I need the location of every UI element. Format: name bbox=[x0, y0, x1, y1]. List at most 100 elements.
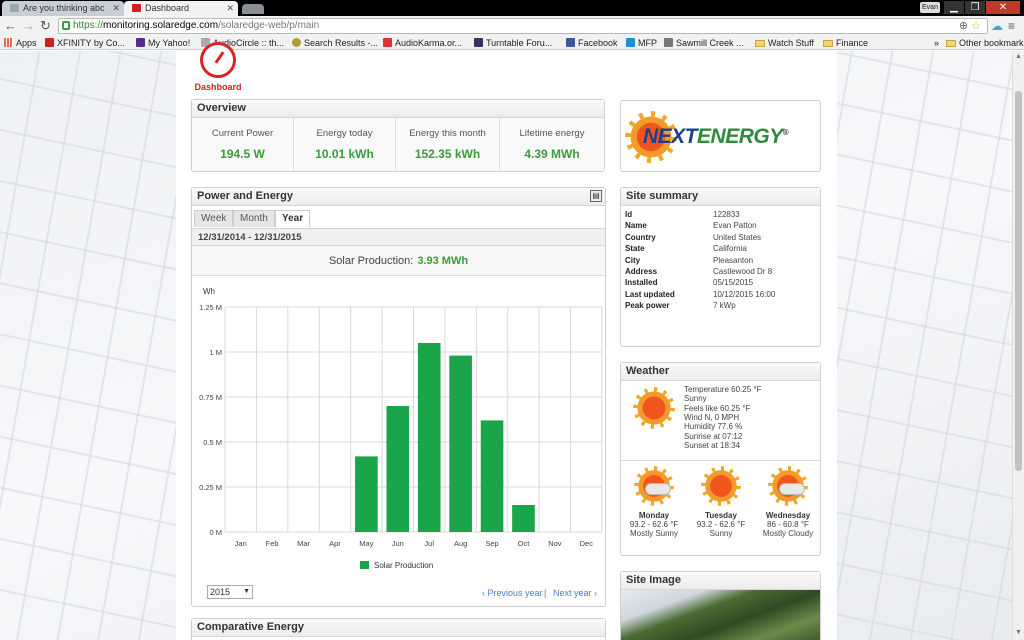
bookmarks-overflow-chevron[interactable]: » bbox=[934, 36, 939, 50]
profile-user-chip[interactable]: Evan bbox=[920, 2, 940, 13]
solar-production-summary: Solar Production: 3.93 MWh bbox=[192, 246, 605, 276]
url-path: /solaredge-web/p/main bbox=[218, 20, 320, 31]
energy-bar-chart: Wh 0 M 0.25 M 0.5 M 0.75 M 1 M 1.25 M Jan Feb Mar… bbox=[199, 287, 603, 570]
legend-label: Solar Production bbox=[374, 561, 433, 570]
close-window-icon[interactable]: ✕ bbox=[986, 1, 1020, 14]
legend-swatch bbox=[360, 561, 369, 569]
year-select[interactable]: 2015 ▼ bbox=[207, 585, 253, 599]
bookmark-mfp[interactable]: MFP bbox=[626, 36, 657, 50]
forward-arrow-icon[interactable]: → bbox=[22, 19, 35, 33]
x-tick-label: Apr bbox=[329, 539, 341, 548]
x-tick-label: Sep bbox=[485, 539, 498, 548]
scrollbar-thumb[interactable] bbox=[1015, 91, 1022, 471]
summary-row: Address Castlewood Dr 8 bbox=[625, 267, 773, 276]
bookmark-yahoo[interactable]: My Yahoo! bbox=[136, 36, 190, 50]
weather-divider bbox=[621, 460, 820, 461]
summary-row: Id 122833 bbox=[625, 210, 740, 219]
folder-icon bbox=[823, 40, 833, 47]
y-tick-label: 0.75 M bbox=[199, 393, 222, 402]
xfinity-icon bbox=[45, 38, 54, 47]
metric-label: Current Power bbox=[211, 128, 274, 139]
restore-icon[interactable]: ❐ bbox=[965, 1, 985, 14]
bookmark-xfinity[interactable]: XFINITY by Co... bbox=[45, 36, 125, 50]
metric-value: 194.5 W bbox=[220, 147, 265, 161]
forecast-day-name: Monday bbox=[638, 511, 670, 520]
forecast-day-name: Wednesday bbox=[765, 511, 811, 520]
sawmill-icon bbox=[664, 38, 673, 47]
bookmark-search-results[interactable]: Search Results -... bbox=[292, 36, 378, 50]
reload-icon[interactable]: ↻ bbox=[40, 19, 51, 33]
site-summary-panel: Site summary Id 122833 Name Evan Patton Co… bbox=[620, 187, 821, 347]
x-tick-label: Nov bbox=[548, 539, 562, 548]
new-tab-button[interactable] bbox=[242, 4, 264, 14]
site-image-title: Site Image bbox=[621, 572, 820, 590]
scroll-down-arrow-icon[interactable]: ▼ bbox=[1015, 629, 1022, 636]
x-tick-label: Jul bbox=[424, 539, 434, 548]
bookmark-audiokarma[interactable]: AudioKarma.or... bbox=[383, 36, 462, 50]
summary-row: Country United States bbox=[625, 232, 762, 242]
bar-jul bbox=[417, 343, 441, 532]
tab-close-icon[interactable]: ✕ bbox=[112, 1, 120, 15]
zoom-icon[interactable]: ⊕ bbox=[959, 20, 968, 32]
tab-close-icon[interactable]: ✕ bbox=[226, 1, 234, 15]
scroll-up-arrow-icon[interactable]: ▲ bbox=[1015, 53, 1022, 60]
previous-year-link[interactable]: ‹ Previous year bbox=[482, 588, 543, 598]
menu-icon[interactable]: ≡ bbox=[1008, 19, 1015, 33]
bookmark-folder-watch-stuff[interactable]: Watch Stuff bbox=[755, 36, 814, 50]
metric-label: Energy today bbox=[316, 128, 373, 139]
minimize-icon[interactable]: ▁ bbox=[944, 1, 964, 14]
tab-year[interactable]: Year bbox=[275, 210, 311, 227]
bookmark-turntable[interactable]: Turntable Foru... bbox=[474, 36, 552, 50]
y-axis-unit-label: Wh bbox=[203, 287, 215, 296]
bookmark-sawmill[interactable]: Sawmill Creek ... bbox=[664, 36, 744, 50]
facebook-icon bbox=[566, 38, 575, 47]
tab-month[interactable]: Month bbox=[233, 210, 275, 227]
page-scrollbar[interactable]: ▲ ▼ bbox=[1012, 51, 1024, 640]
dashboard-nav-label[interactable]: Dashboard bbox=[192, 82, 244, 92]
forecast-day: Tuesday 93.2 - 62.6 °F Sunny bbox=[691, 511, 751, 538]
tab-week[interactable]: Week bbox=[194, 210, 234, 227]
weather-line: Feels like 60.25 °F bbox=[684, 403, 751, 413]
metric-label: Energy this month bbox=[409, 128, 486, 139]
apps-grid-icon bbox=[4, 38, 13, 47]
forecast-temp: 93.2 - 62.6 °F bbox=[629, 520, 679, 529]
date-range: 12/31/2014 - 12/31/2015 bbox=[192, 228, 605, 246]
bookmark-folder-other[interactable]: Other bookmarks bbox=[946, 36, 1024, 50]
metric-value: 4.39 MWh bbox=[524, 147, 580, 161]
metric-label: Lifetime energy bbox=[519, 128, 585, 139]
tab-label: Are you thinking abc bbox=[23, 3, 105, 13]
bar-aug bbox=[449, 355, 472, 532]
bookmark-folder-finance[interactable]: Finance bbox=[823, 36, 868, 50]
address-bar[interactable]: https://monitoring.solaredge.com/solared… bbox=[58, 18, 988, 34]
metric-value: 152.35 kWh bbox=[414, 147, 481, 161]
pager-separator: | bbox=[544, 588, 547, 598]
extension-cloud-icon[interactable]: ☁ bbox=[991, 19, 1003, 33]
browser-tab-other[interactable]: Are you thinking abc ✕ bbox=[2, 1, 124, 16]
site-image-panel: Site Image bbox=[620, 571, 821, 640]
bookmark-facebook[interactable]: Facebook bbox=[566, 36, 618, 50]
bookmark-apps[interactable]: Apps bbox=[4, 36, 37, 50]
bar-oct bbox=[512, 505, 535, 532]
next-year-link[interactable]: Next year › bbox=[553, 588, 597, 598]
dashboard-gauge-icon[interactable] bbox=[200, 42, 236, 78]
weather-title: Weather bbox=[621, 363, 820, 381]
overview-panel: Overview Current Power 194.5 W Energy to… bbox=[191, 99, 605, 172]
back-arrow-icon[interactable]: ← bbox=[4, 19, 17, 33]
summary-row: City Pleasanton bbox=[625, 255, 754, 265]
site-summary-title: Site summary bbox=[621, 188, 820, 206]
production-label: Solar Production: bbox=[328, 255, 414, 267]
x-tick-label: Dec bbox=[580, 539, 594, 548]
summary-row: Name Evan Patton bbox=[625, 221, 757, 231]
forecast-desc: Sunny bbox=[709, 529, 733, 538]
summary-row: Peak power 7 kWp bbox=[625, 301, 736, 311]
forecast-temp: 86 - 60.8 °F bbox=[767, 520, 809, 529]
site-photo[interactable] bbox=[621, 590, 820, 640]
y-tick-label: 0.25 M bbox=[199, 483, 222, 492]
star-icon[interactable]: ☆ bbox=[971, 20, 981, 32]
mfp-icon bbox=[626, 38, 635, 47]
overview-energy-month: Energy this month 152.35 kWh bbox=[396, 118, 500, 171]
weather-line: Humidity 77.6 % bbox=[684, 422, 743, 432]
forecast-day: Wednesday 86 - 60.8 °F Mostly Cloudy bbox=[758, 511, 818, 538]
browser-tab-dashboard[interactable]: Dashboard ✕ bbox=[124, 1, 238, 16]
export-report-icon[interactable]: ▤ bbox=[590, 190, 602, 202]
